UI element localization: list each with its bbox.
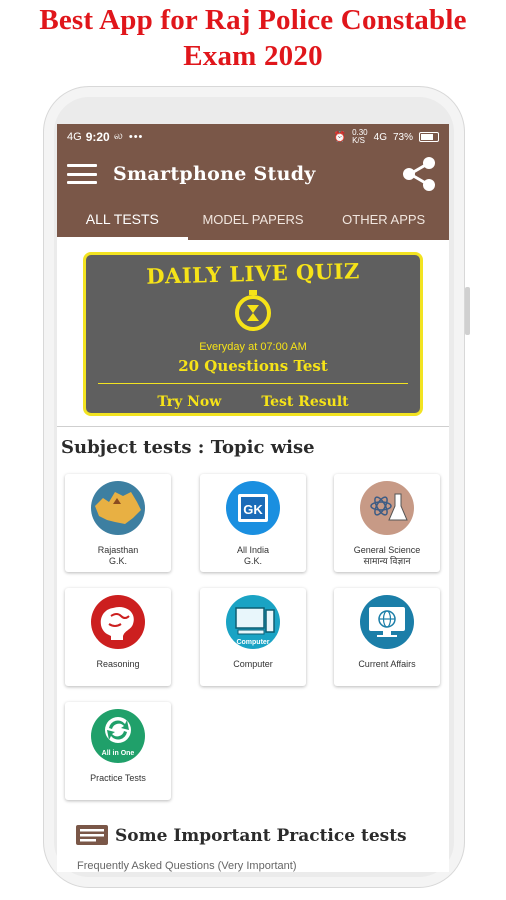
stopwatch-icon xyxy=(235,290,271,331)
status-bar: 4G 9:20 ல ••• ⏰ 0.30 K/S 4G 73% xyxy=(57,124,449,150)
card-general-science[interactable]: General Science सामान्य विज्ञान xyxy=(334,474,440,572)
section-divider xyxy=(57,426,449,427)
gk-badge: GK xyxy=(243,502,263,517)
headline-line-1: Best App for Raj Police Constable xyxy=(39,4,467,36)
tab-other-apps[interactable]: OTHER APPS xyxy=(318,198,449,240)
card-label-line2: G.K. xyxy=(108,556,127,566)
computer-badge: Computer xyxy=(236,639,269,646)
network-icon: 4G xyxy=(67,131,82,143)
share-icon[interactable] xyxy=(399,156,439,192)
try-now-button[interactable]: Try Now xyxy=(157,394,221,410)
hamburger-icon[interactable] xyxy=(67,164,97,184)
promo-headline: Best App for Raj Police Constable Exam 2… xyxy=(0,2,506,74)
monitor-globe-icon xyxy=(360,595,414,649)
card-all-india-gk[interactable]: GK All India G.K. xyxy=(200,474,306,572)
alarm-icon: ⏰ xyxy=(333,131,347,143)
tab-bar: ALL TESTS MODEL PAPERS OTHER APPS xyxy=(57,198,449,240)
card-label-line1: General Science xyxy=(353,545,421,555)
battery-percent: 73% xyxy=(392,131,413,143)
card-label-line1: Reasoning xyxy=(96,659,140,669)
faq-list-item[interactable]: Frequently Asked Questions (Very Importa… xyxy=(77,860,297,872)
quiz-question-count: 20 Questions Test xyxy=(178,357,328,375)
quiz-schedule: Everyday at 07:00 AM xyxy=(199,341,307,353)
status-time: 9:20 xyxy=(85,130,110,144)
app-bar: Smartphone Study xyxy=(57,150,449,198)
quiz-divider xyxy=(98,383,408,384)
practice-refresh-icon: All in One xyxy=(91,709,145,763)
rajasthan-map-icon xyxy=(91,481,145,535)
science-flask-icon xyxy=(360,481,414,535)
card-label-line1: All India xyxy=(236,545,270,555)
card-reasoning[interactable]: Reasoning xyxy=(65,588,171,686)
card-rajasthan-gk[interactable]: Rajasthan G.K. xyxy=(65,474,171,572)
test-result-button[interactable]: Test Result xyxy=(261,394,348,410)
tab-all-tests[interactable]: ALL TESTS xyxy=(57,198,188,240)
net-speed: 0.30 K/S xyxy=(352,128,368,145)
card-computer[interactable]: Computer Computer xyxy=(200,588,306,686)
app-screen: 4G 9:20 ல ••• ⏰ 0.30 K/S 4G 73% Smartpho… xyxy=(57,124,449,872)
important-practice-title: Some Important Practice tests xyxy=(115,826,407,846)
brain-icon xyxy=(91,595,145,649)
card-label-line2: G.K. xyxy=(243,556,262,566)
daily-live-quiz-banner[interactable]: DAILY LIVE QUIZ Everyday at 07:00 AM 20 … xyxy=(83,252,423,416)
card-current-affairs[interactable]: Current Affairs xyxy=(334,588,440,686)
card-label-line1: Practice Tests xyxy=(90,773,146,783)
practice-badge: All in One xyxy=(102,750,135,757)
card-practice-tests[interactable]: All in One Practice Tests xyxy=(65,702,171,800)
card-label-line2: सामान्य विज्ञान xyxy=(363,556,411,566)
tab-model-papers[interactable]: MODEL PAPERS xyxy=(188,198,319,240)
card-label-line1: Current Affairs xyxy=(358,659,416,669)
computer-icon: Computer xyxy=(226,595,280,649)
app-title: Smartphone Study xyxy=(113,163,316,185)
subject-tests-heading: Subject tests : Topic wise xyxy=(61,437,315,458)
status-suffix: ல xyxy=(113,130,123,142)
card-label-line1: Rajasthan xyxy=(97,545,139,555)
quiz-title: DAILY LIVE QUIZ xyxy=(145,258,361,289)
battery-icon xyxy=(419,132,439,142)
phone-side-button xyxy=(465,287,470,335)
more-notifications-icon: ••• xyxy=(128,131,144,143)
headline-line-2: Exam 2020 xyxy=(183,40,323,72)
list-board-icon xyxy=(76,825,108,845)
signal-icon: 4G xyxy=(373,131,387,143)
card-label-line1: Computer xyxy=(233,659,273,669)
gk-book-icon: GK xyxy=(226,481,280,535)
important-practice-header: Some Important Practice tests xyxy=(75,824,407,848)
